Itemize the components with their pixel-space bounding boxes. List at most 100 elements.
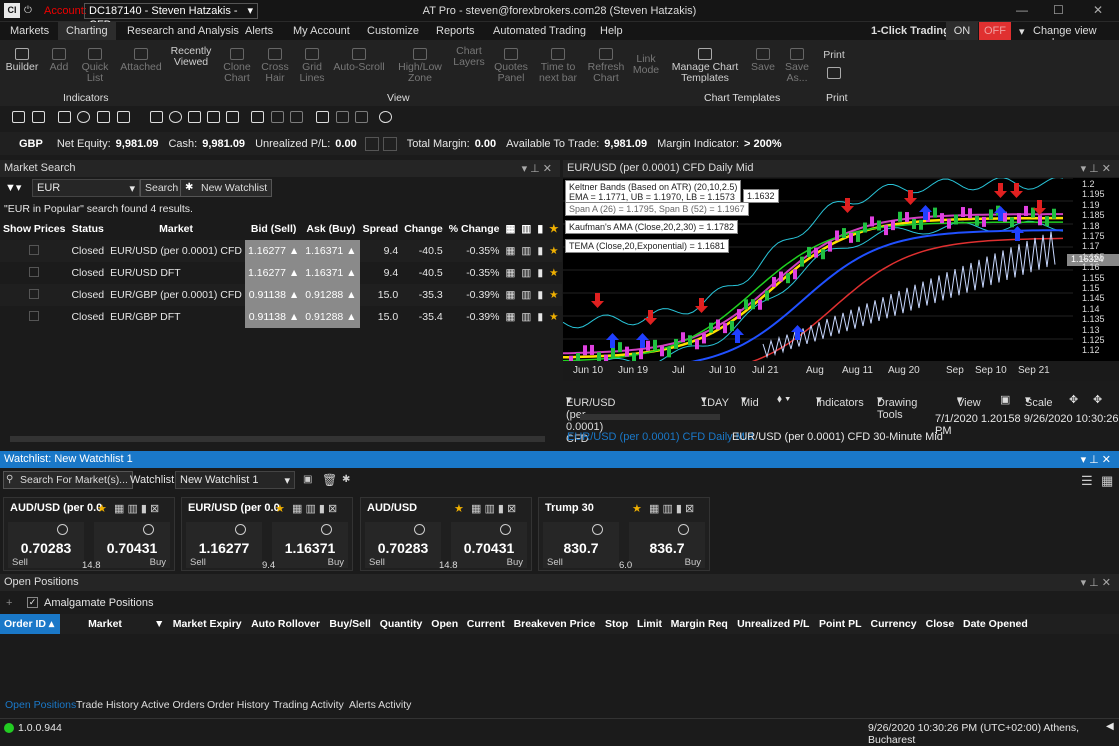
- star-icon[interactable]: ★: [275, 502, 285, 515]
- table-row[interactable]: Closed EUR/GBP (per 0.0001) CFD 0.91138 …: [0, 284, 562, 306]
- col-breakeven[interactable]: Breakeven Price: [510, 614, 601, 634]
- col-order-id[interactable]: Order ID ▴: [0, 614, 60, 634]
- print-button[interactable]: Print: [818, 50, 850, 81]
- col-change[interactable]: Change: [401, 218, 446, 240]
- sell-price-box[interactable]: 1.16277 Sell: [186, 522, 262, 568]
- show-prices-checkbox[interactable]: [29, 244, 40, 255]
- show-prices-checkbox[interactable]: [29, 310, 40, 321]
- show-prices-checkbox[interactable]: [29, 288, 40, 299]
- card-tools-icon[interactable]: ▦ ▥ ▮ ⊠: [471, 502, 516, 515]
- chart-layers-button[interactable]: Chart Layers: [450, 46, 488, 68]
- market-cell[interactable]: EUR/GBP DFT: [107, 306, 245, 328]
- col-close[interactable]: Close: [922, 614, 959, 634]
- tab-trade-history[interactable]: Trade History: [76, 699, 139, 711]
- grid-lines-button[interactable]: Grid Lines: [296, 46, 328, 84]
- one-click-off-button[interactable]: OFF: [979, 22, 1011, 40]
- tab-order-history[interactable]: Order History: [207, 699, 269, 711]
- bid-cell[interactable]: 0.91138 ▲: [245, 284, 303, 306]
- depth-icon[interactable]: ▥: [518, 284, 534, 306]
- filter-icon[interactable]: ▼: [150, 614, 169, 634]
- refresh-chart-button[interactable]: Refresh Chart: [586, 46, 626, 84]
- col-market[interactable]: Market: [60, 614, 150, 634]
- collapse-icon[interactable]: ◀: [1106, 721, 1114, 732]
- save-as-button[interactable]: Save As...: [782, 46, 812, 84]
- layout-icon[interactable]: [32, 111, 45, 123]
- watchlist-selector[interactable]: New Watchlist 1 ▾: [175, 471, 295, 489]
- menu-reports[interactable]: Reports: [436, 25, 475, 37]
- quotes-panel-button[interactable]: Quotes Panel: [494, 46, 528, 84]
- col-unrealized-pl[interactable]: Unrealized P/L: [733, 614, 815, 634]
- market-cell[interactable]: EUR/USD DFT: [107, 262, 245, 284]
- auto-scroll-button[interactable]: Auto-Scroll: [332, 46, 386, 73]
- indicators-menu[interactable]: Indicators ▾: [816, 393, 864, 409]
- col-point-pl[interactable]: Point PL: [815, 614, 867, 634]
- menu-charting[interactable]: Charting: [58, 22, 116, 40]
- chart-icon[interactable]: ▦: [502, 240, 518, 262]
- table-row[interactable]: Closed EUR/GBP DFT 0.91138 ▲ 0.91288 ▲ 1…: [0, 306, 562, 328]
- star-icon[interactable]: ★: [97, 502, 107, 515]
- attached-button[interactable]: Attached: [118, 46, 164, 73]
- col-stop[interactable]: Stop: [601, 614, 633, 634]
- table-row[interactable]: Closed EUR/USD DFT 1.16277 ▲ 1.16371 ▲ 9…: [0, 262, 562, 284]
- col-currency[interactable]: Currency: [866, 614, 921, 634]
- depth-icon[interactable]: ▥: [518, 240, 534, 262]
- tab-open-positions[interactable]: Open Positions: [5, 699, 76, 711]
- window-icon[interactable]: [271, 111, 284, 123]
- clone-chart-button[interactable]: Clone Chart: [220, 46, 254, 84]
- tab-alerts-activity[interactable]: Alerts Activity: [349, 699, 411, 711]
- move-icon[interactable]: ✥: [1069, 393, 1078, 406]
- zoom-icon[interactable]: [226, 111, 239, 123]
- close-icon[interactable]: ▾ ⊥ ✕: [522, 162, 552, 175]
- instrument-selector[interactable]: EUR/USD (per 0.0001) CFD ▾: [566, 393, 616, 445]
- watchlist-card[interactable]: Trump 30 ★ ▦ ▥ ▮ ⊠ 830.7 Sell 836.7 Buy 6.…: [538, 497, 710, 571]
- layout-icon[interactable]: [12, 111, 25, 123]
- power-icon[interactable]: ⏻: [24, 5, 32, 16]
- bid-cell[interactable]: 1.16277 ▲: [245, 240, 303, 262]
- star-icon[interactable]: ★: [454, 502, 464, 515]
- col-current[interactable]: Current: [463, 614, 510, 634]
- ask-cell[interactable]: 1.16371 ▲: [302, 240, 360, 262]
- save-button[interactable]: Save: [750, 46, 776, 73]
- window-icon[interactable]: [290, 111, 303, 123]
- list-view-icon[interactable]: ☰: [1081, 473, 1093, 489]
- col-open[interactable]: Open: [427, 614, 463, 634]
- window-icon[interactable]: [117, 111, 130, 123]
- tab-active-orders[interactable]: Active Orders: [141, 699, 205, 711]
- watchlist-card[interactable]: AUD/USD (per 0.0 ★ ▦ ▥ ▮ ⊠ 0.70283 Sell 0…: [3, 497, 175, 571]
- window-icon[interactable]: [355, 111, 368, 123]
- save-icon[interactable]: ▣: [303, 474, 312, 485]
- amalgamate-checkbox[interactable]: ✓: [27, 597, 38, 608]
- card-tools-icon[interactable]: ▦ ▥ ▮ ⊠: [114, 502, 159, 515]
- table-row[interactable]: Closed EUR/USD (per 0.0001) CFD 1.16277 …: [0, 240, 562, 262]
- new-watchlist-button[interactable]: New Watchlist: [180, 179, 273, 197]
- one-click-on-button[interactable]: ON: [946, 22, 978, 40]
- depth-icon[interactable]: ▥: [518, 262, 534, 284]
- ask-cell[interactable]: 0.91288 ▲: [302, 284, 360, 306]
- time-to-next-bar-button[interactable]: Time to next bar: [536, 46, 580, 84]
- high-low-zone-button[interactable]: High/Low Zone: [396, 46, 444, 84]
- bid-cell[interactable]: 0.91138 ▲: [245, 306, 303, 328]
- recently-viewed-button[interactable]: Recently Viewed: [168, 46, 214, 68]
- buy-price-box[interactable]: 0.70431 Buy: [451, 522, 527, 568]
- menu-research[interactable]: Research and Analysis: [127, 25, 239, 37]
- window-icon[interactable]: [336, 111, 349, 123]
- sell-price-box[interactable]: 0.70283 Sell: [8, 522, 84, 568]
- bid-cell[interactable]: 1.16277 ▲: [245, 262, 303, 284]
- filter-icon[interactable]: ▼▾: [5, 181, 21, 194]
- news-icon[interactable]: [207, 111, 220, 123]
- calendar-icon[interactable]: [188, 111, 201, 123]
- menu-my-account[interactable]: My Account: [293, 25, 350, 37]
- menu-customize[interactable]: Customize: [367, 25, 419, 37]
- horizontal-scrollbar[interactable]: [10, 436, 545, 442]
- manage-chart-templates-button[interactable]: Manage Chart Templates: [666, 46, 744, 84]
- chart-icon[interactable]: ▦: [502, 284, 518, 306]
- window-icon[interactable]: [251, 111, 264, 123]
- watchlist-card[interactable]: EUR/USD (per 0.0 ★ ▦ ▥ ▮ ⊠ 1.16277 Sell 1…: [181, 497, 353, 571]
- search-markets-button[interactable]: Search For Market(s)...: [3, 471, 133, 489]
- col-ask[interactable]: Ask (Buy): [302, 218, 359, 240]
- menu-help[interactable]: Help: [600, 25, 623, 37]
- info-icon[interactable]: ▮: [534, 262, 546, 284]
- close-icon[interactable]: [382, 136, 397, 151]
- col-spread[interactable]: Spread: [360, 218, 402, 240]
- chart-tab-daily[interactable]: EUR/USD (per 0.0001) CFD Daily Mid: [567, 431, 753, 443]
